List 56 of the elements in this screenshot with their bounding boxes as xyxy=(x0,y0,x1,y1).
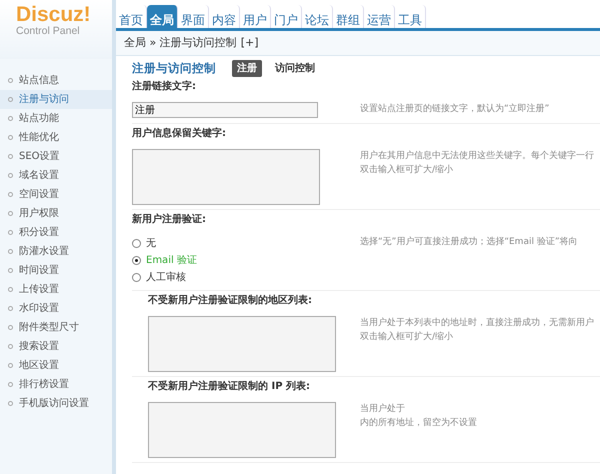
nav-tab[interactable]: 界面 xyxy=(178,5,209,28)
setting-label: 注册链接文字: xyxy=(132,80,197,94)
sidebar-item[interactable]: 附件类型尺寸 xyxy=(0,318,112,337)
nav-tab[interactable]: 运营 xyxy=(364,5,395,28)
page-tab[interactable]: 注册 xyxy=(232,60,262,78)
text-area[interactable] xyxy=(148,402,336,458)
help-text: 内的所有地址，留空为不设置 xyxy=(360,416,477,430)
sidebar-item[interactable]: 时间设置 xyxy=(0,261,112,280)
setting-label: 新用户注册验证: xyxy=(132,212,207,227)
sidebar-item[interactable]: 防灌水设置 xyxy=(0,242,112,261)
text-area[interactable] xyxy=(148,316,336,372)
help-text: 双击输入框可扩大/缩小 xyxy=(360,330,454,344)
logo-subtitle: Control Panel xyxy=(16,26,81,36)
help-text: 用户在其用户信息中无法使用这些关键字。每个关键字一行 xyxy=(360,150,594,163)
setting-label: 用户信息保留关键字: xyxy=(132,126,227,141)
radio-button[interactable] xyxy=(132,238,141,248)
sidebar-item[interactable]: 性能优化 xyxy=(0,128,112,147)
sidebar-item[interactable]: 积分设置 xyxy=(0,223,112,242)
nav-tab[interactable]: 群组 xyxy=(333,5,364,28)
expand-link[interactable]: [+] xyxy=(240,34,259,52)
nav-tab[interactable]: 工具 xyxy=(395,5,426,28)
input-field[interactable]: 注册 xyxy=(132,102,318,118)
nav-tab[interactable]: 门户 xyxy=(271,5,302,28)
page-title: 注册与访问控制 xyxy=(132,60,216,77)
radio-button[interactable] xyxy=(132,272,141,282)
sidebar-item[interactable]: 站点信息 xyxy=(0,71,112,90)
sidebar-item[interactable]: 手机版访问设置 xyxy=(0,394,112,413)
sidebar-item[interactable]: 搜索设置 xyxy=(0,337,112,356)
setting-label: 不受新用户注册验证限制的地区列表: xyxy=(148,294,313,308)
page-tab[interactable]: 访问控制 xyxy=(270,60,320,78)
setting-label: 不受新用户注册验证限制的 IP 列表: xyxy=(148,380,312,394)
sidebar-item[interactable]: 地区设置 xyxy=(0,356,112,375)
sidebar-item[interactable]: 排行榜设置 xyxy=(0,375,112,394)
nav-tab[interactable]: 论坛 xyxy=(302,5,333,28)
nav-tab[interactable]: 内容 xyxy=(209,5,240,28)
sidebar-item[interactable]: SEO设置 xyxy=(0,147,112,166)
sidebar-item[interactable]: 空间设置 xyxy=(0,185,112,204)
help-text: 当用户处于 xyxy=(360,402,406,416)
sidebar-item[interactable]: 站点功能 xyxy=(0,109,112,128)
sidebar-item[interactable]: 域名设置 xyxy=(0,166,112,185)
help-text: 双击输入框可扩大/缩小 xyxy=(360,164,454,177)
sidebar-item[interactable]: 上传设置 xyxy=(0,280,112,299)
help-text: 设置站点注册页的链接文字，默认为“立即注册” xyxy=(360,102,550,116)
nav-tab[interactable]: 用户 xyxy=(240,5,271,28)
help-text: 选择“无”用户可直接注册成功；选择“Email 验证”将向 xyxy=(360,236,578,249)
breadcrumb: 全局 » 注册与访问控制 xyxy=(124,34,237,51)
help-text: 当用户处于本列表中的地址时，直接注册成功，无需新用户 xyxy=(360,316,594,330)
logo-title: Discuz! xyxy=(16,4,92,25)
sidebar-item[interactable]: 用户权限 xyxy=(0,204,112,223)
radio-button[interactable] xyxy=(132,256,141,265)
radio-label[interactable]: 人工审核 xyxy=(146,270,186,285)
nav-tab[interactable]: 全局 xyxy=(147,5,178,28)
sidebar-item[interactable]: 水印设置 xyxy=(0,299,112,318)
text-area[interactable] xyxy=(132,148,320,205)
radio-label[interactable]: 无 xyxy=(146,236,156,251)
sidebar-item[interactable]: 注册与访问 xyxy=(0,90,112,109)
